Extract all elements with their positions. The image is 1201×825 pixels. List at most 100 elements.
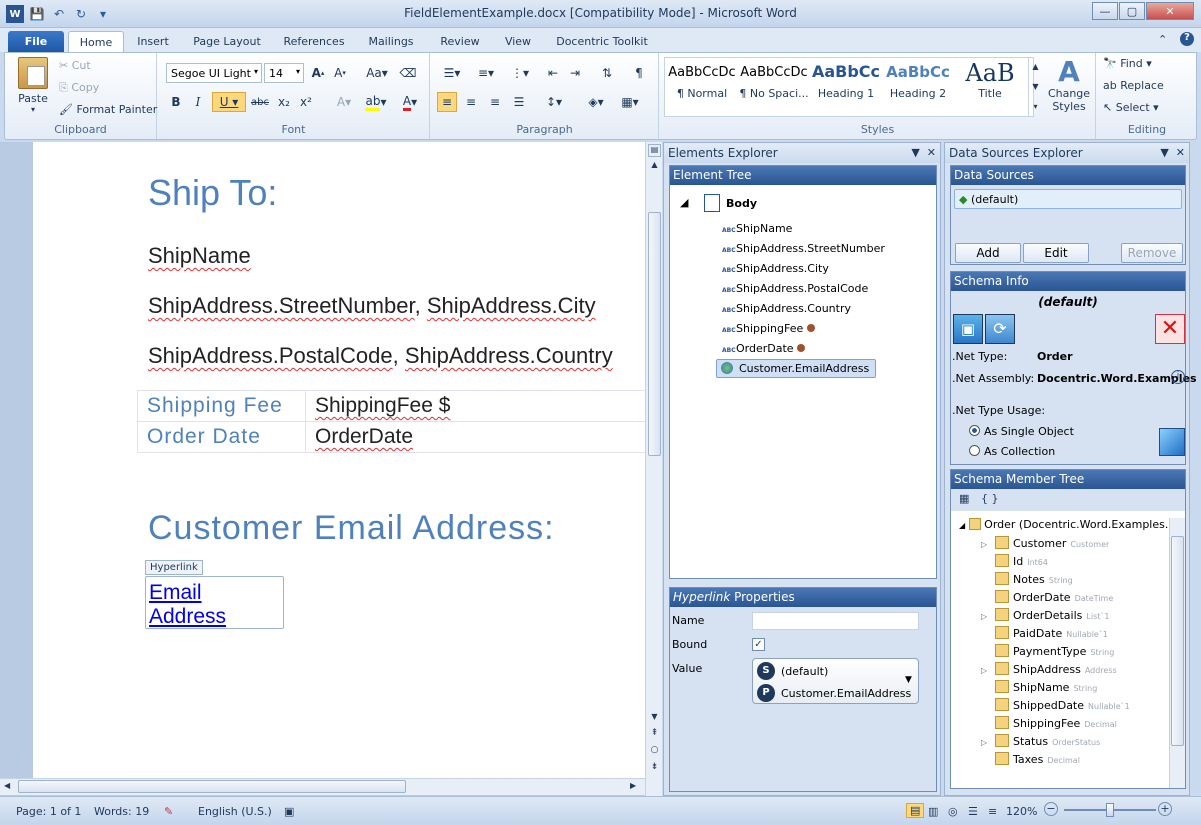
numbering-icon[interactable]: ≡▾ — [471, 63, 501, 83]
find-button[interactable]: 🔭 Find ▾ — [1103, 57, 1152, 70]
scroll-up-icon[interactable]: ▲ — [648, 160, 661, 169]
tab-home[interactable]: Home — [68, 31, 124, 52]
proofing-icon[interactable]: ✎ — [164, 805, 173, 818]
highlight-color-icon[interactable]: ab ▾ — [362, 92, 390, 112]
styles-scroll-icon[interactable]: ▲ ▼ ▾ — [1028, 57, 1042, 117]
zoom-slider-thumb[interactable] — [1106, 803, 1114, 817]
format-painter-button[interactable]: 🖌 Format Painter — [59, 103, 157, 116]
hyperlink-element[interactable]: Email Address — [145, 576, 284, 629]
tree-item-country[interactable]: ABCShipAddress.Country — [722, 302, 851, 315]
value-binding-selector[interactable]: S (default) P Customer.EmailAddress ▼ — [752, 658, 919, 704]
tab-view[interactable]: View — [494, 31, 542, 52]
expand-icon[interactable]: ▷ — [981, 738, 995, 747]
delete-icon[interactable]: ✕ — [1155, 314, 1185, 344]
tree-item-street-number[interactable]: ABCShipAddress.StreetNumber — [722, 242, 885, 255]
expand-icon[interactable]: ▷ — [981, 666, 995, 675]
usage-single-radio[interactable]: As Single Object — [969, 425, 1074, 438]
postal-code-field[interactable]: ShipAddress.PostalCode — [148, 343, 393, 368]
grow-font-icon[interactable]: A ▴ — [308, 63, 328, 83]
multilevel-list-icon[interactable]: ⋮▾ — [505, 63, 535, 83]
member-item[interactable]: ShippedDate Nullable`1 — [981, 698, 1130, 712]
bound-checkbox[interactable]: ✓ — [752, 638, 765, 651]
bold-icon[interactable]: B — [166, 92, 186, 112]
document-horizontal-scrollbar[interactable]: ◀ ▶ — [0, 778, 645, 795]
member-item[interactable]: ShippingFee Decimal — [981, 716, 1117, 730]
strikethrough-icon[interactable]: abc — [250, 92, 270, 112]
street-number-field[interactable]: ShipAddress.StreetNumber — [148, 293, 415, 318]
chevron-down-icon[interactable]: ▼ — [905, 675, 912, 685]
print-layout-icon[interactable]: ▤ — [906, 803, 925, 818]
tree-item-city[interactable]: ABCShipAddress.City — [722, 262, 829, 275]
tab-references[interactable]: References — [276, 31, 352, 52]
usage-collection-radio[interactable]: As Collection — [969, 445, 1055, 458]
style-heading-2[interactable]: AaBbCc Heading 2 — [882, 59, 954, 107]
full-screen-reading-icon[interactable]: ▥ — [928, 805, 938, 818]
help-icon[interactable]: ? — [1180, 32, 1194, 46]
tab-docentric-toolkit[interactable]: Docentric Toolkit — [550, 31, 654, 52]
name-input[interactable] — [752, 612, 919, 630]
style-title[interactable]: AaB Title — [954, 59, 1026, 107]
zoom-level[interactable]: 120% — [1006, 805, 1037, 818]
member-item[interactable]: ▷ OrderDetails List`1 — [981, 608, 1109, 622]
align-center-icon[interactable]: ≡ — [461, 92, 481, 112]
shading-icon[interactable]: ◈▾ — [581, 92, 611, 112]
sort-icon[interactable]: ⇅ — [597, 63, 617, 83]
replace-button[interactable]: ab Replace — [1103, 79, 1164, 92]
member-item[interactable]: Id Int64 — [981, 554, 1048, 568]
ruler-toggle-icon[interactable]: ▤ — [648, 144, 661, 157]
pane-menu-icon[interactable]: ▼ — [911, 146, 919, 159]
align-right-icon[interactable]: ≡ — [485, 92, 505, 112]
expand-icon[interactable]: ▷ — [981, 612, 995, 621]
tree-root-body[interactable]: Body — [704, 194, 757, 212]
justify-icon[interactable]: ☰ — [509, 92, 529, 112]
scroll-right-icon[interactable]: ▶ — [630, 781, 636, 790]
pane-menu-icon[interactable]: ▼ — [1160, 146, 1168, 159]
copy-button[interactable]: ⎘ Copy — [59, 81, 99, 95]
show-formatting-icon[interactable]: ¶ — [629, 63, 649, 83]
edit-button[interactable]: Edit — [1023, 243, 1089, 263]
cut-button[interactable]: ✂ Cut — [59, 59, 91, 72]
decrease-indent-icon[interactable]: ⇤ — [543, 63, 563, 83]
outline-icon[interactable]: ☰ — [968, 805, 978, 818]
add-button[interactable]: Add — [955, 243, 1021, 263]
ship-name-field[interactable]: ShipName — [148, 243, 251, 269]
shipping-fee-field[interactable]: ShippingFee $ — [305, 390, 645, 422]
refresh-icon[interactable]: ⟳ — [985, 314, 1015, 344]
minimize-button[interactable]: — — [1092, 2, 1118, 20]
tab-file[interactable]: File — [8, 31, 64, 52]
collapse-icon[interactable]: ◢ — [680, 196, 688, 209]
font-size-combo[interactable]: 14 ▾ — [264, 63, 304, 83]
tree-item-customer-email[interactable]: Customer.EmailAddress — [716, 359, 877, 378]
paste-button[interactable]: Paste ▾ — [13, 57, 53, 114]
italic-icon[interactable]: I — [188, 92, 208, 112]
draft-icon[interactable]: ≡ — [988, 805, 997, 818]
increase-indent-icon[interactable]: ⇥ — [565, 63, 585, 83]
tab-mailings[interactable]: Mailings — [358, 31, 424, 52]
next-page-icon[interactable]: ⇟ — [648, 762, 661, 772]
city-field[interactable]: ShipAddress.City — [427, 293, 596, 318]
browse-object-icon[interactable]: ○ — [648, 745, 661, 755]
scroll-down-icon[interactable]: ▼ — [648, 712, 661, 721]
bullets-icon[interactable]: ☰▾ — [437, 63, 467, 83]
style-normal[interactable]: AaBbCcDc ¶ Normal — [666, 59, 738, 107]
tree-item-postal-code[interactable]: ABCShipAddress.PostalCode — [722, 282, 868, 295]
member-item[interactable]: PaymentType String — [981, 644, 1114, 658]
tab-review[interactable]: Review — [432, 31, 488, 52]
superscript-icon[interactable]: x² — [296, 92, 316, 112]
member-item[interactable]: Taxes Decimal — [981, 752, 1080, 766]
hyperlink-tag[interactable]: Hyperlink — [145, 560, 203, 575]
member-scroll-thumb[interactable] — [1171, 536, 1184, 746]
zoom-in-icon[interactable]: + — [1158, 802, 1172, 816]
web-layout-icon[interactable]: ◎ — [948, 805, 958, 818]
previous-page-icon[interactable]: ⇞ — [648, 728, 661, 738]
data-source-default[interactable]: ◆ (default) — [954, 189, 1182, 209]
language-indicator[interactable]: English (U.S.) — [198, 805, 272, 818]
tab-page-layout[interactable]: Page Layout — [184, 31, 270, 52]
word-count[interactable]: Words: 19 — [94, 805, 149, 818]
tab-insert[interactable]: Insert — [128, 31, 178, 52]
subscript-icon[interactable]: x₂ — [274, 92, 294, 112]
tree-item-order-date[interactable]: ABCOrderDate — [722, 342, 806, 355]
horizontal-scroll-thumb[interactable] — [18, 780, 406, 793]
email-address-link[interactable]: Email Address — [149, 581, 283, 629]
change-case-icon[interactable]: Aa▾ — [362, 63, 392, 83]
